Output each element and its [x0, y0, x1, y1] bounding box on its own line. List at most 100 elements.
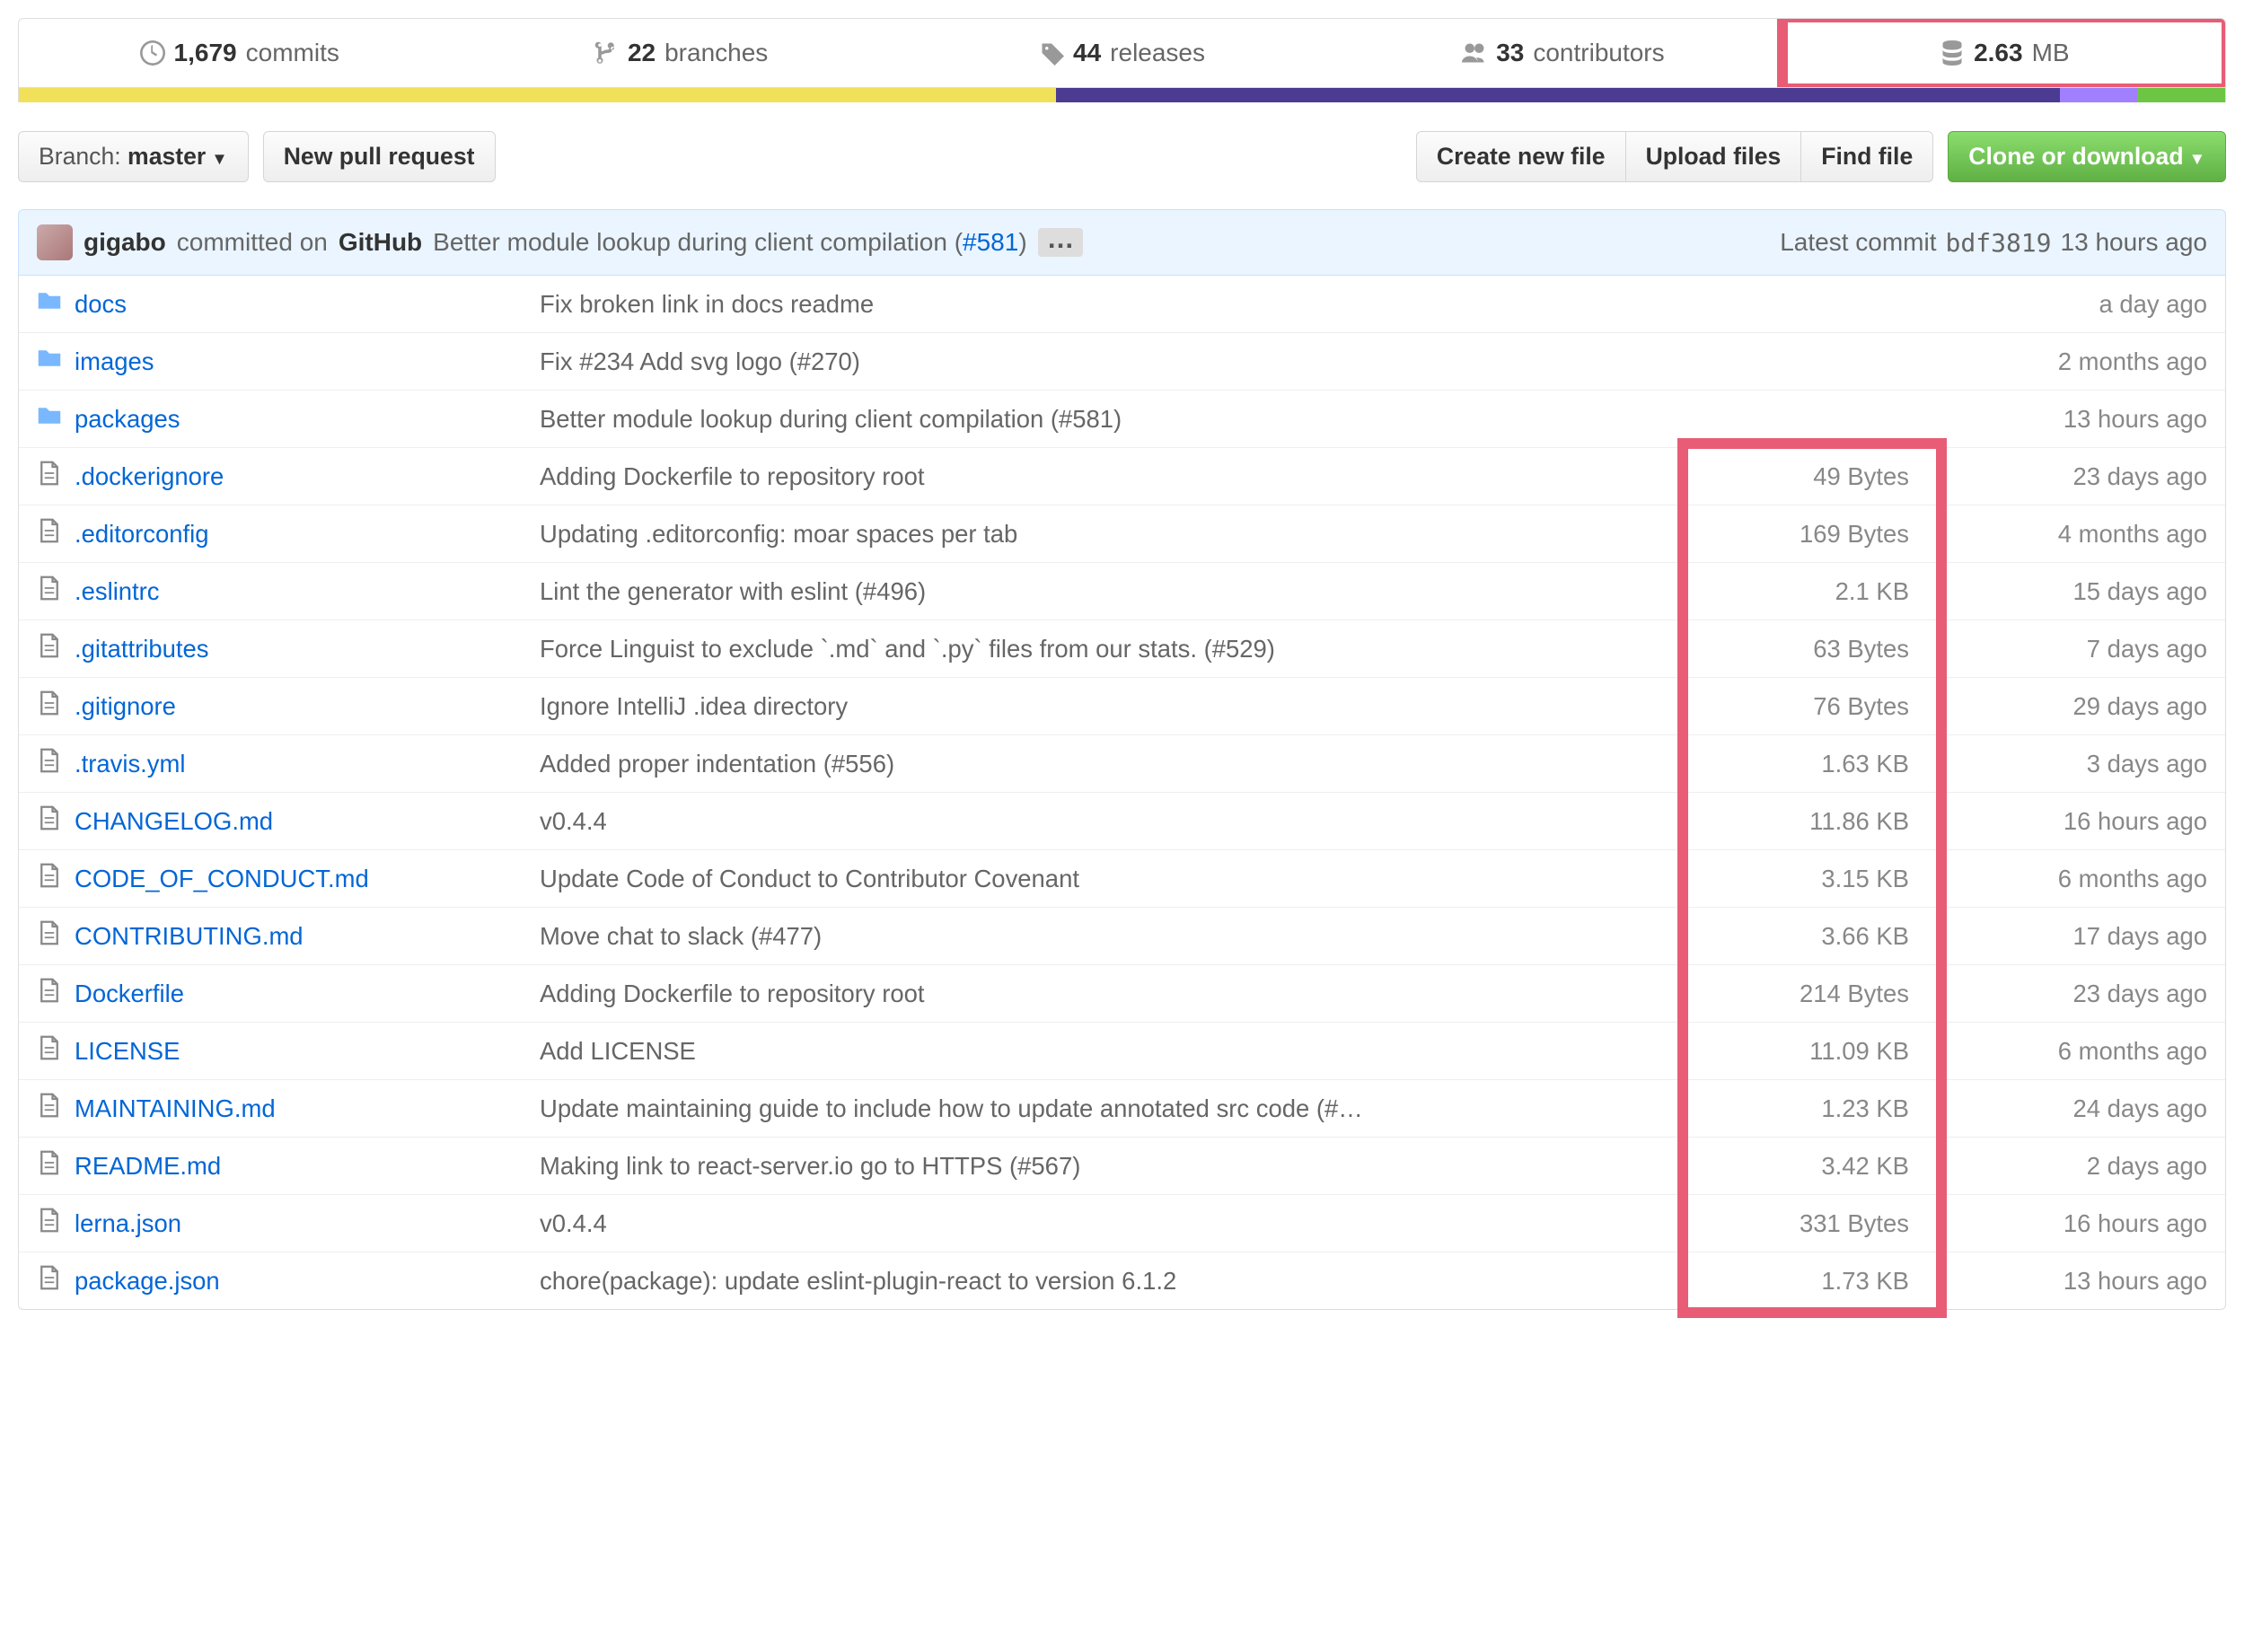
commit-message-text: Better module lookup during client compi… [433, 228, 963, 256]
commits-label: commits [246, 39, 339, 67]
repo-size-unit: MB [2032, 39, 2070, 67]
branches-count: 22 [628, 39, 656, 67]
file-commit-message[interactable]: Update Code of Conduct to Contributor Co… [540, 865, 1704, 893]
lang-segment[interactable] [1056, 88, 2060, 102]
file-name-link[interactable]: .gitignore [75, 692, 176, 721]
file-commit-message[interactable]: Ignore IntelliJ .idea directory [540, 692, 1704, 721]
lang-segment[interactable] [19, 88, 1056, 102]
file-name-link[interactable]: packages [75, 405, 180, 434]
find-file-button[interactable]: Find file [1800, 131, 1933, 182]
file-commit-message[interactable]: Update maintaining guide to include how … [540, 1094, 1704, 1123]
file-commit-message[interactable]: Fix broken link in docs readme [540, 290, 1704, 319]
file-updated-time: 29 days ago [1929, 692, 2207, 721]
file-updated-time: 2 months ago [1929, 347, 2207, 376]
chevron-down-icon: ▼ [2189, 149, 2205, 168]
file-name-link[interactable]: .eslintrc [75, 577, 160, 606]
latest-commit-label: Latest commit [1780, 228, 1936, 257]
file-row: LICENSEAdd LICENSE11.09 KB6 months ago [19, 1022, 2225, 1079]
upload-files-button[interactable]: Upload files [1625, 131, 1801, 182]
commit-sha[interactable]: bdf3819 [1946, 228, 2052, 258]
file-name-link[interactable]: MAINTAINING.md [75, 1094, 276, 1123]
folder-icon [37, 403, 62, 435]
file-icon [37, 748, 62, 779]
lang-segment[interactable] [2137, 88, 2225, 102]
stat-commits[interactable]: 1,679 commits [19, 19, 460, 87]
file-updated-time: 6 months ago [1929, 865, 2207, 893]
new-pull-request-button[interactable]: New pull request [263, 131, 496, 182]
clone-label: Clone or download [1968, 143, 2183, 170]
file-name-link[interactable]: .travis.yml [75, 750, 185, 778]
branch-prefix: Branch: [39, 143, 128, 170]
file-row: CHANGELOG.mdv0.4.411.86 KB16 hours ago [19, 792, 2225, 849]
file-size: 3.42 KB [1704, 1152, 1929, 1181]
avatar[interactable] [37, 224, 73, 260]
language-bar[interactable] [18, 88, 2226, 102]
file-name-link[interactable]: CODE_OF_CONDUCT.md [75, 865, 369, 893]
create-new-file-button[interactable]: Create new file [1416, 131, 1625, 182]
contributors-count: 33 [1496, 39, 1524, 67]
file-name-link[interactable]: .gitattributes [75, 635, 208, 663]
file-name-link[interactable]: Dockerfile [75, 980, 184, 1008]
branch-select-button[interactable]: Branch: master ▼ [18, 131, 249, 182]
stat-branches[interactable]: 22 branches [460, 19, 901, 87]
commit-pr-link[interactable]: #581 [963, 228, 1018, 256]
commit-author[interactable]: gigabo [84, 228, 166, 257]
file-name-link[interactable]: images [75, 347, 154, 376]
stat-releases[interactable]: 44 releases [902, 19, 1342, 87]
file-updated-time: 24 days ago [1929, 1094, 2207, 1123]
file-commit-message[interactable]: Lint the generator with eslint (#496) [540, 577, 1704, 606]
file-commit-message[interactable]: Added proper indentation (#556) [540, 750, 1704, 778]
file-commit-message[interactable]: Adding Dockerfile to repository root [540, 462, 1704, 491]
branch-name: master [128, 143, 206, 170]
file-name-link[interactable]: lerna.json [75, 1209, 181, 1238]
file-commit-message[interactable]: Force Linguist to exclude `.md` and `.py… [540, 635, 1704, 663]
file-updated-time: 23 days ago [1929, 980, 2207, 1008]
file-name-link[interactable]: LICENSE [75, 1037, 180, 1066]
commit-message-suffix: ) [1018, 228, 1026, 256]
file-size: 63 Bytes [1704, 635, 1929, 663]
file-row: .travis.yml Added proper indentation (#55… [19, 734, 2225, 792]
clone-download-button[interactable]: Clone or download ▼ [1948, 131, 2226, 182]
github-text: GitHub [339, 228, 422, 257]
file-name-link[interactable]: CHANGELOG.md [75, 807, 273, 836]
file-icon [37, 1093, 62, 1124]
file-updated-time: 13 hours ago [1929, 1267, 2207, 1296]
file-row: .editorconfig Updating .editorconfig: moa… [19, 505, 2225, 562]
file-commit-message[interactable]: Better module lookup during client compi… [540, 405, 1704, 434]
file-updated-time: 16 hours ago [1929, 1209, 2207, 1238]
file-icon [37, 1265, 62, 1296]
file-size: 169 Bytes [1704, 520, 1929, 549]
chevron-down-icon: ▼ [211, 149, 227, 168]
file-list: docsFix broken link in docs readmea day … [18, 276, 2226, 1310]
file-name-link[interactable]: .editorconfig [75, 520, 208, 549]
file-name-link[interactable]: .dockerignore [75, 462, 224, 491]
file-size: 49 Bytes [1704, 462, 1929, 491]
commit-message[interactable]: Better module lookup during client compi… [433, 228, 1027, 257]
committed-text: committed on [177, 228, 328, 257]
releases-count: 44 [1073, 39, 1101, 67]
file-name-link[interactable]: docs [75, 290, 127, 319]
stat-size[interactable]: 2.63 MB [1784, 19, 2225, 87]
file-commit-message[interactable]: Move chat to slack (#477) [540, 922, 1704, 951]
file-row: .dockerignore Adding Dockerfile to reposi… [19, 447, 2225, 505]
file-size: 1.73 KB [1704, 1267, 1929, 1296]
stat-contributors[interactable]: 33 contributors [1342, 19, 1783, 87]
file-size: 1.63 KB [1704, 750, 1929, 778]
file-updated-time: 3 days ago [1929, 750, 2207, 778]
file-commit-message[interactable]: v0.4.4 [540, 1209, 1704, 1238]
file-name-link[interactable]: package.json [75, 1267, 220, 1296]
file-commit-message[interactable]: Add LICENSE [540, 1037, 1704, 1066]
database-icon [1940, 40, 1965, 66]
file-commit-message[interactable]: Adding Dockerfile to repository root [540, 980, 1704, 1008]
file-row: Dockerfile Adding Dockerfile to repositor… [19, 964, 2225, 1022]
file-updated-time: 6 months ago [1929, 1037, 2207, 1066]
file-name-link[interactable]: README.md [75, 1152, 221, 1181]
file-commit-message[interactable]: Fix #234 Add svg logo (#270) [540, 347, 1704, 376]
file-commit-message[interactable]: v0.4.4 [540, 807, 1704, 836]
file-commit-message[interactable]: Making link to react-server.io go to HTT… [540, 1152, 1704, 1181]
file-name-link[interactable]: CONTRIBUTING.md [75, 922, 304, 951]
ellipsis-button[interactable]: … [1038, 228, 1084, 257]
file-commit-message[interactable]: chore(package): update eslint-plugin-rea… [540, 1267, 1704, 1296]
lang-segment[interactable] [2060, 88, 2137, 102]
file-commit-message[interactable]: Updating .editorconfig: moar spaces per … [540, 520, 1704, 549]
